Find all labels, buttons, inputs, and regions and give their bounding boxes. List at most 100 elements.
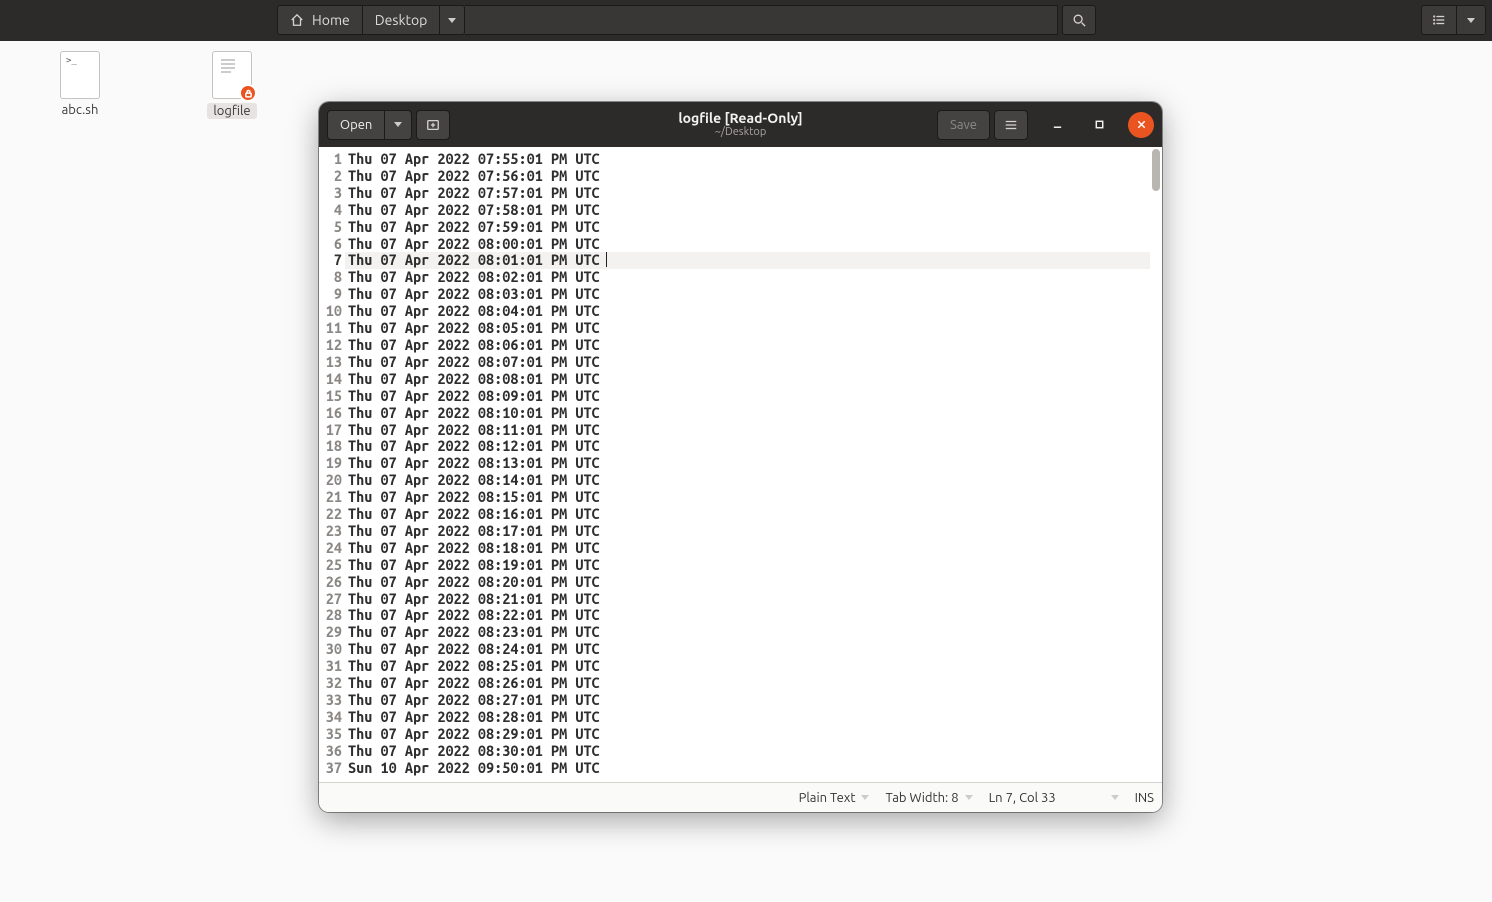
line-number: 9: [319, 286, 345, 303]
code-line[interactable]: Thu 07 Apr 2022 08:05:01 PM UTC: [345, 320, 1150, 337]
search-button[interactable]: [1062, 5, 1096, 35]
new-tab-button[interactable]: [416, 110, 450, 140]
code-line[interactable]: Thu 07 Apr 2022 08:15:01 PM UTC: [345, 489, 1150, 506]
vertical-scrollbar[interactable]: [1150, 147, 1162, 782]
window-titlebar[interactable]: Open logfile [Read-Only] ~/Desktop Save: [319, 102, 1162, 147]
code-line[interactable]: Thu 07 Apr 2022 08:26:01 PM UTC: [345, 675, 1150, 692]
view-controls: [1421, 5, 1486, 35]
gedit-window: Open logfile [Read-Only] ~/Desktop Save …: [319, 102, 1162, 812]
code-line[interactable]: Thu 07 Apr 2022 08:00:01 PM UTC: [345, 236, 1150, 253]
breadcrumb-menu-button[interactable]: [439, 5, 465, 35]
line-number: 6: [319, 236, 345, 253]
line-number: 20: [319, 472, 345, 489]
code-line[interactable]: Thu 07 Apr 2022 08:16:01 PM UTC: [345, 506, 1150, 523]
line-number: 7: [319, 252, 345, 269]
chevron-down-icon: [965, 795, 973, 800]
code-line[interactable]: Thu 07 Apr 2022 08:03:01 PM UTC: [345, 286, 1150, 303]
line-number: 25: [319, 557, 345, 574]
close-icon: [1136, 119, 1147, 130]
code-line[interactable]: Thu 07 Apr 2022 08:01:01 PM UTC: [345, 252, 1150, 269]
lock-badge: [239, 84, 257, 102]
close-button[interactable]: [1128, 112, 1154, 138]
code-line[interactable]: Thu 07 Apr 2022 08:11:01 PM UTC: [345, 422, 1150, 439]
code-line[interactable]: Thu 07 Apr 2022 08:25:01 PM UTC: [345, 658, 1150, 675]
status-bar: Plain Text Tab Width: 8 Ln 7, Col 33 INS: [319, 782, 1162, 812]
chevron-down-icon: [448, 18, 456, 23]
code-line[interactable]: Thu 07 Apr 2022 07:57:01 PM UTC: [345, 185, 1150, 202]
hamburger-menu-button[interactable]: [994, 110, 1028, 140]
code-line[interactable]: Thu 07 Apr 2022 08:24:01 PM UTC: [345, 641, 1150, 658]
code-line[interactable]: Thu 07 Apr 2022 08:21:01 PM UTC: [345, 591, 1150, 608]
new-tab-icon: [426, 118, 440, 132]
editor-area[interactable]: 1234567891011121314151617181920212223242…: [319, 147, 1162, 782]
code-line[interactable]: Thu 07 Apr 2022 08:29:01 PM UTC: [345, 726, 1150, 743]
scrollbar-thumb[interactable]: [1152, 149, 1160, 191]
location-bar[interactable]: [465, 5, 1058, 35]
chevron-down-icon: [394, 122, 402, 127]
code-line[interactable]: Thu 07 Apr 2022 08:12:01 PM UTC: [345, 438, 1150, 455]
code-line[interactable]: Thu 07 Apr 2022 08:28:01 PM UTC: [345, 709, 1150, 726]
line-number: 28: [319, 607, 345, 624]
code-line[interactable]: Thu 07 Apr 2022 08:02:01 PM UTC: [345, 269, 1150, 286]
code-line[interactable]: Thu 07 Apr 2022 08:22:01 PM UTC: [345, 607, 1150, 624]
code-line[interactable]: Thu 07 Apr 2022 08:09:01 PM UTC: [345, 388, 1150, 405]
line-number: 22: [319, 506, 345, 523]
code-line[interactable]: Thu 07 Apr 2022 08:10:01 PM UTC: [345, 405, 1150, 422]
line-number: 8: [319, 269, 345, 286]
line-number: 14: [319, 371, 345, 388]
minimize-icon: [1052, 119, 1063, 130]
desktop-icon-logfile[interactable]: logfile: [192, 51, 272, 119]
breadcrumb-desktop-label: Desktop: [375, 12, 428, 28]
code-line[interactable]: Thu 07 Apr 2022 08:13:01 PM UTC: [345, 455, 1150, 472]
line-number: 36: [319, 743, 345, 760]
line-number: 32: [319, 675, 345, 692]
line-number: 11: [319, 320, 345, 337]
line-gutter: 1234567891011121314151617181920212223242…: [319, 147, 345, 782]
code-line[interactable]: Thu 07 Apr 2022 08:17:01 PM UTC: [345, 523, 1150, 540]
minimize-button[interactable]: [1044, 112, 1070, 138]
desktop-icon-abc-sh[interactable]: >_ abc.sh: [40, 51, 120, 117]
code-line[interactable]: Thu 07 Apr 2022 07:55:01 PM UTC: [345, 151, 1150, 168]
maximize-button[interactable]: [1086, 112, 1112, 138]
code-content[interactable]: Thu 07 Apr 2022 07:55:01 PM UTCThu 07 Ap…: [345, 147, 1150, 782]
code-line[interactable]: Thu 07 Apr 2022 08:20:01 PM UTC: [345, 574, 1150, 591]
code-line[interactable]: Thu 07 Apr 2022 07:56:01 PM UTC: [345, 168, 1150, 185]
lock-icon: [244, 89, 253, 98]
code-line[interactable]: Thu 07 Apr 2022 08:18:01 PM UTC: [345, 540, 1150, 557]
breadcrumb-home[interactable]: Home: [277, 5, 363, 35]
insert-label: INS: [1135, 791, 1154, 805]
search-icon: [1072, 13, 1086, 27]
tab-width-selector[interactable]: Tab Width: 8: [885, 791, 972, 805]
code-line[interactable]: Thu 07 Apr 2022 08:07:01 PM UTC: [345, 354, 1150, 371]
insert-mode[interactable]: INS: [1135, 791, 1154, 805]
code-line[interactable]: Thu 07 Apr 2022 08:23:01 PM UTC: [345, 624, 1150, 641]
line-number: 19: [319, 455, 345, 472]
breadcrumb-desktop[interactable]: Desktop: [363, 5, 440, 35]
syntax-selector[interactable]: Plain Text: [799, 791, 870, 805]
cursor-position[interactable]: Ln 7, Col 33: [989, 791, 1119, 805]
position-label: Ln 7, Col 33: [989, 791, 1056, 805]
open-recent-button[interactable]: [385, 110, 412, 140]
code-line[interactable]: Thu 07 Apr 2022 08:06:01 PM UTC: [345, 337, 1150, 354]
chevron-down-icon: [1111, 795, 1119, 800]
line-number: 24: [319, 540, 345, 557]
code-line[interactable]: Thu 07 Apr 2022 08:14:01 PM UTC: [345, 472, 1150, 489]
code-line[interactable]: Thu 07 Apr 2022 07:58:01 PM UTC: [345, 202, 1150, 219]
code-line[interactable]: Thu 07 Apr 2022 08:30:01 PM UTC: [345, 743, 1150, 760]
code-line[interactable]: Thu 07 Apr 2022 08:19:01 PM UTC: [345, 557, 1150, 574]
code-line[interactable]: Thu 07 Apr 2022 07:59:01 PM UTC: [345, 219, 1150, 236]
code-line[interactable]: Thu 07 Apr 2022 08:04:01 PM UTC: [345, 303, 1150, 320]
chevron-down-icon: [1467, 18, 1475, 23]
code-line[interactable]: Thu 07 Apr 2022 08:27:01 PM UTC: [345, 692, 1150, 709]
file-icon: [212, 51, 252, 99]
code-line[interactable]: Sun 10 Apr 2022 09:50:01 PM UTC: [345, 760, 1150, 777]
text-cursor: [606, 252, 607, 267]
code-line[interactable]: Thu 07 Apr 2022 08:08:01 PM UTC: [345, 371, 1150, 388]
view-menu-button[interactable]: [1456, 5, 1486, 35]
maximize-icon: [1094, 119, 1105, 130]
view-list-button[interactable]: [1421, 5, 1456, 35]
open-button[interactable]: Open: [327, 110, 385, 140]
line-number: 18: [319, 438, 345, 455]
line-number: 35: [319, 726, 345, 743]
line-number: 3: [319, 185, 345, 202]
